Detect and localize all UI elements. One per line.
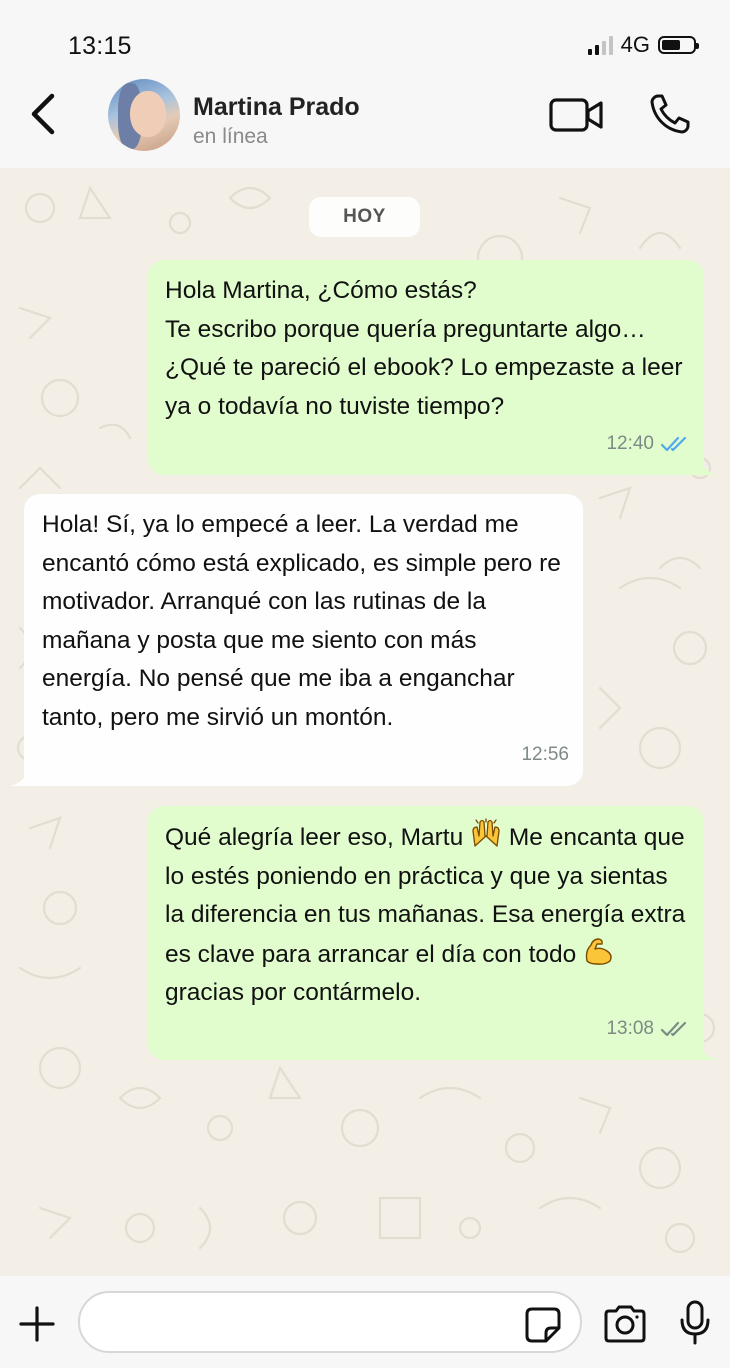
contact-name[interactable]: Martina Prado xyxy=(193,93,360,122)
message-input[interactable] xyxy=(78,1291,582,1353)
phone-call-icon[interactable] xyxy=(648,92,692,136)
chat-area[interactable]: HOY Hola Martina, ¿Cómo estás? Te escrib… xyxy=(0,168,730,1276)
status-bar: 13:15 4G xyxy=(0,0,730,80)
bubble-tail xyxy=(10,766,30,786)
status-indicators: 4G xyxy=(587,32,699,58)
chat-header: Martina Prado en línea xyxy=(0,79,730,168)
message-meta: 12:40 xyxy=(606,425,690,464)
video-call-icon[interactable] xyxy=(548,95,604,135)
message-text-part: Qué alegría leer eso, Martu xyxy=(165,824,464,851)
microphone-icon[interactable] xyxy=(678,1300,712,1346)
outgoing-message[interactable]: Qué alegría leer eso, Martu Me encanta q… xyxy=(148,806,718,1060)
read-receipt-icon xyxy=(660,436,687,451)
battery-icon xyxy=(658,36,699,54)
message-time: 13:08 xyxy=(606,1017,654,1039)
message-time: 12:56 xyxy=(521,743,569,765)
message-text: Hola Martina, ¿Cómo estás? Te escribo po… xyxy=(165,277,683,420)
plus-icon[interactable] xyxy=(18,1305,56,1343)
status-time: 13:15 xyxy=(68,32,132,60)
contact-status: en línea xyxy=(193,125,268,148)
message-composer xyxy=(0,1276,730,1368)
incoming-message[interactable]: Hola! Sí, ya lo empecé a leer. La verdad… xyxy=(10,494,583,786)
date-separator: HOY xyxy=(309,197,420,237)
sticker-icon[interactable] xyxy=(524,1306,562,1344)
signal-icon xyxy=(587,35,613,55)
message-meta: 12:56 xyxy=(521,736,569,775)
raising-hands-emoji-icon xyxy=(472,818,500,847)
contact-avatar[interactable] xyxy=(108,79,180,151)
flexed-biceps-emoji-icon xyxy=(585,937,612,965)
message-text: Hola! Sí, ya lo empecé a leer. La verdad… xyxy=(42,511,568,731)
camera-icon[interactable] xyxy=(602,1304,648,1344)
message-time: 12:40 xyxy=(606,432,654,454)
message-text: Qué alegría leer eso, Martu Me encanta q… xyxy=(165,818,686,1013)
bubble-tail xyxy=(698,455,718,475)
bubble-tail xyxy=(698,1040,718,1060)
network-label: 4G xyxy=(620,32,650,57)
delivered-receipt-icon xyxy=(660,1021,687,1036)
back-arrow-icon[interactable] xyxy=(28,92,62,136)
message-meta: 13:08 xyxy=(606,1010,690,1049)
outgoing-message[interactable]: Hola Martina, ¿Cómo estás? Te escribo po… xyxy=(148,260,718,475)
